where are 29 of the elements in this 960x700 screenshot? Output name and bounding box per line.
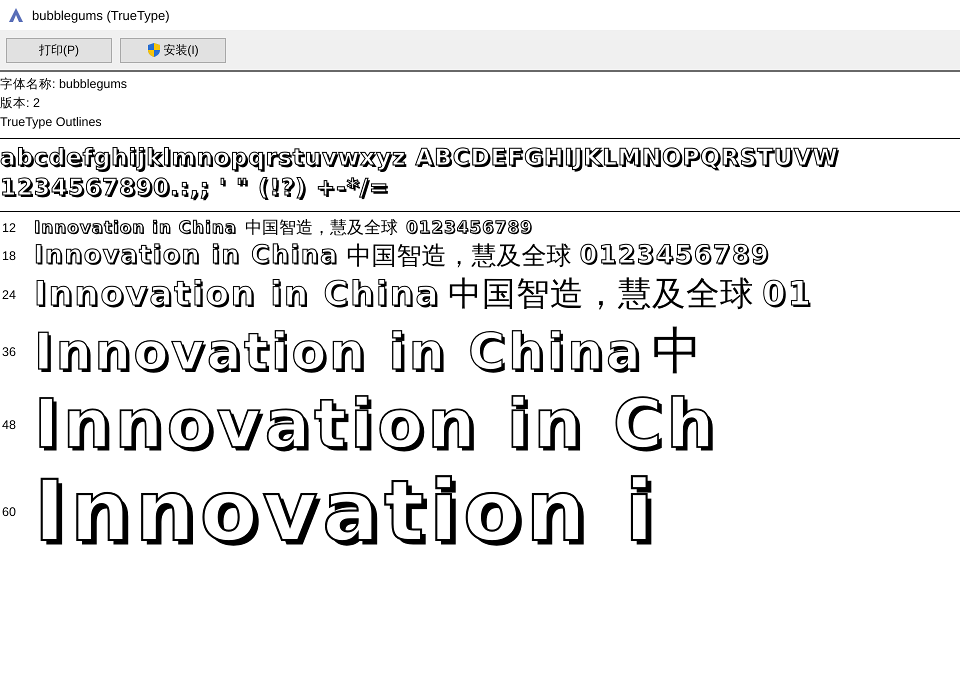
font-sample-text: Innovation in Ch bbox=[34, 386, 718, 464]
point-size-label: 12 bbox=[1, 220, 17, 234]
digit-sample-text: 0123456789 bbox=[580, 241, 770, 270]
point-size-label: 60 bbox=[1, 504, 17, 519]
chinese-sample-text: 中国智造，慧及全球 bbox=[346, 240, 572, 272]
window-title: bubblegums (TrueType) bbox=[32, 8, 170, 22]
font-sample-text: Innovation in China bbox=[34, 218, 237, 238]
font-info-text: TrueType Outlines bbox=[0, 114, 103, 131]
font-app-icon bbox=[8, 7, 24, 23]
chinese-sample-text: 中国智造，慧及全球 bbox=[448, 273, 754, 315]
font-sample-text: Innovation in China bbox=[34, 241, 339, 270]
font-sample-text: Innovation i bbox=[34, 463, 659, 560]
digit-sample-text: 01 bbox=[762, 275, 813, 314]
point-size-label: 48 bbox=[1, 418, 17, 432]
font-sample-text: Innovation in China bbox=[34, 275, 440, 314]
chinese-sample-text: 中国智造，慧及全球 bbox=[245, 216, 398, 239]
point-size-label: 24 bbox=[1, 288, 17, 302]
font-info-text: 版本: 2 bbox=[0, 95, 41, 112]
font-sample-text: Innovation in China bbox=[34, 322, 644, 380]
chinese-sample-text: 中 bbox=[651, 320, 702, 382]
font-info-text: 字体名称: bubblegums bbox=[0, 76, 128, 93]
point-size-label: 18 bbox=[1, 248, 17, 262]
point-size-label: 36 bbox=[1, 344, 17, 358]
print-button[interactable]: 打印(P) bbox=[6, 38, 112, 62]
digit-sample-text: 0123456789 bbox=[406, 218, 533, 238]
install-button[interactable]: 安装(I) bbox=[120, 38, 226, 62]
character-set-sample: 1234567890.:,; ' " (!?) +-*/= bbox=[0, 174, 390, 203]
character-set-sample: abcdefghijklmnopqrstuvwxyz ABCDEFGHIJKLMNOPQRSTUVW bbox=[0, 144, 840, 173]
shield-icon bbox=[147, 42, 162, 58]
